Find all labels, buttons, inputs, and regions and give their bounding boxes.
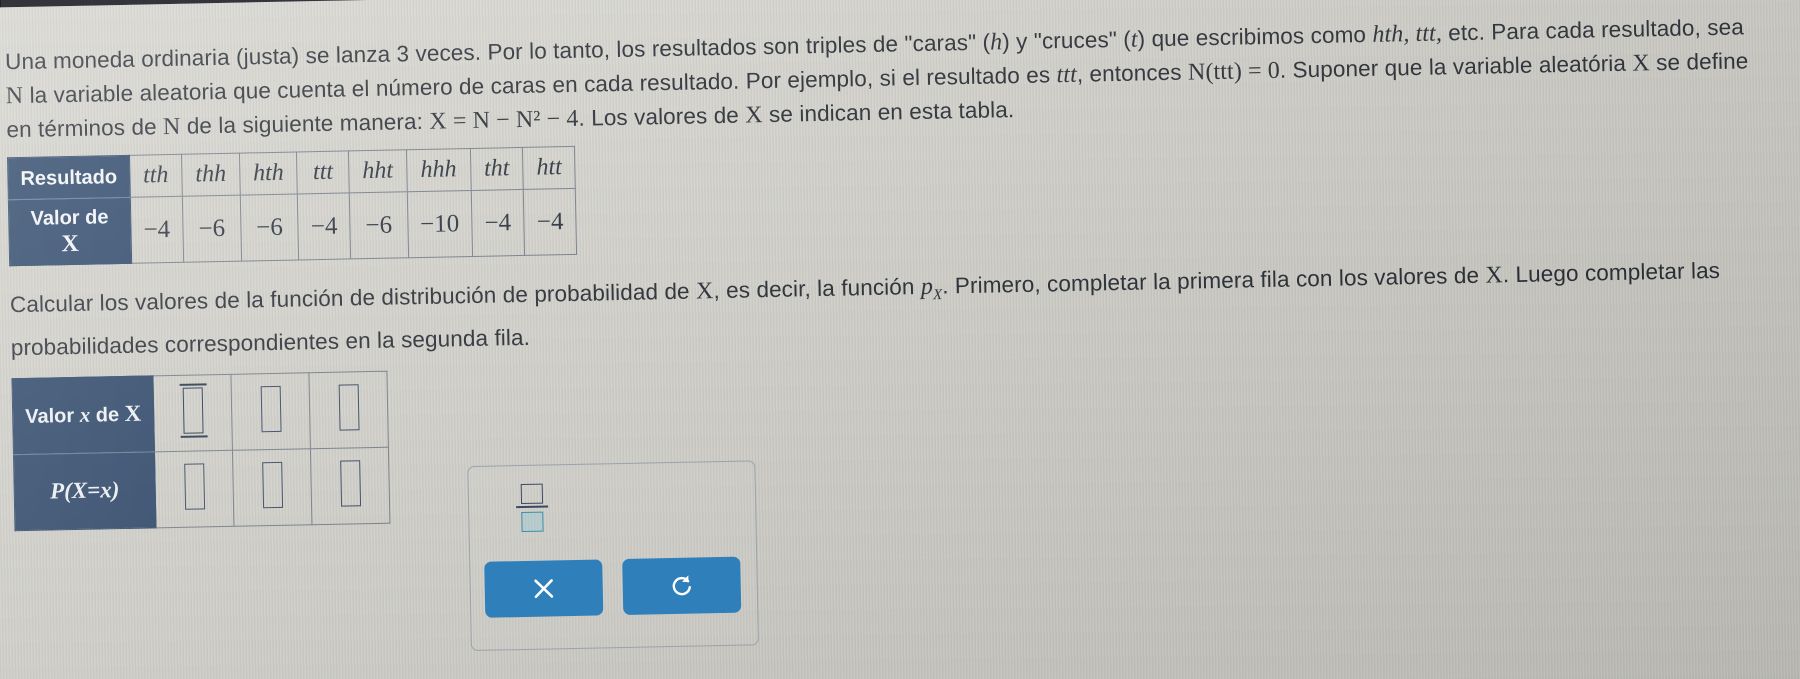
symbol-X-1: X <box>1632 50 1651 77</box>
problem-text-j: . Los valores de <box>578 102 746 131</box>
probability-input-0[interactable] <box>183 462 205 510</box>
value-input-0[interactable] <box>182 386 204 434</box>
value-input-cell-1[interactable] <box>230 372 311 450</box>
value-input-cell-2[interactable] <box>308 370 389 449</box>
answer-input-table: Valor x de X P(X=x) <box>11 370 390 531</box>
problem-text-b: ) y "cruces" ( <box>1001 26 1132 55</box>
undo-arrow-icon <box>672 575 691 596</box>
symbol-ttt: ttt <box>1056 61 1078 89</box>
probability-notation: P(X=x) <box>49 476 120 503</box>
value-cell-4: −6 <box>349 191 409 259</box>
table-row-values: Valor de X −4 −6 −6 −4 −6 −10 −4 −4 <box>8 188 578 266</box>
answer-row-header-probability: P(X=x) <box>13 451 157 531</box>
outcome-cell-4: hht <box>348 149 407 193</box>
instruction-text-b: , es decir, la función <box>713 273 922 304</box>
answer-header-x: x <box>79 402 91 427</box>
close-icon <box>534 579 554 599</box>
problem-paragraph: Una moneda ordinaria (justa) se lanza 3 … <box>5 10 1767 147</box>
value-input-2[interactable] <box>338 383 360 431</box>
symbol-h: h <box>989 29 1003 56</box>
equation-n-ttt: N(ttt) = 0 <box>1187 57 1281 86</box>
value-cell-5: −10 <box>406 190 473 258</box>
value-input-1[interactable] <box>260 385 282 432</box>
value-cell-2: −6 <box>240 193 299 262</box>
fraction-template-button[interactable] <box>515 483 550 536</box>
value-cell-6: −4 <box>471 189 525 257</box>
problem-text-c: ) que escribimos como <box>1137 21 1373 52</box>
outcome-cell-5: hhh <box>406 148 472 192</box>
problem-content: Una moneda ordinaria (justa) se lanza 3 … <box>0 0 1800 531</box>
symbol-N-2: N <box>162 113 181 141</box>
instruction-text-c: . Primero, completar la primera fila con… <box>941 262 1486 299</box>
row-header-valor-de-x: Valor de X <box>8 197 132 266</box>
outcome-cell-2: hth <box>239 151 298 196</box>
answer-row-header-valor-x: Valor x de X <box>11 375 155 455</box>
example-outcomes: hth, ttt, <box>1372 20 1443 48</box>
fraction-bar-icon <box>516 505 549 509</box>
problem-statement: Una moneda ordinaria (justa) se lanza 3 … <box>5 10 1767 147</box>
problem-text-d: etc. Para cada resultado, sea <box>1441 14 1745 46</box>
probability-input-cell-2[interactable] <box>310 446 390 525</box>
probability-input-cell-1[interactable] <box>232 448 312 526</box>
problem-text-i: de la siguiente manera: <box>180 108 430 139</box>
symbol-X-2: X <box>744 102 763 129</box>
problem-text-f: , entonces <box>1076 59 1189 87</box>
probability-input-2[interactable] <box>339 459 361 507</box>
instruction-text: Calcular los valores de la función de di… <box>10 253 1771 364</box>
monitor-screen: Una moneda ordinaria (justa) se lanza 3 … <box>0 0 1800 679</box>
photographed-screen-scene: Una moneda ordinaria (justa) se lanza 3 … <box>0 0 1800 679</box>
symbol-X-4: X <box>1485 262 1504 289</box>
problem-text-k: se indican en esta tabla. <box>762 97 1015 128</box>
clear-button[interactable] <box>484 559 604 618</box>
outcome-cell-3: ttt <box>296 150 350 194</box>
outcome-cell-1: thh <box>181 153 241 197</box>
value-cell-1: −6 <box>182 195 242 263</box>
instruction-paragraph: Calcular los valores de la función de di… <box>10 253 1771 364</box>
value-cell-7: −4 <box>523 188 578 256</box>
row-header-line2: X <box>61 230 80 258</box>
answer-header-mid: de <box>89 403 125 427</box>
value-input-cell-0[interactable] <box>152 373 233 452</box>
outcome-cell-0: tth <box>129 154 183 198</box>
probability-input-1[interactable] <box>261 461 283 508</box>
instruction-text-a: Calcular los valores de la función de di… <box>9 278 697 318</box>
fraction-denominator-icon <box>521 511 544 533</box>
value-cell-3: −4 <box>297 192 351 260</box>
problem-text-g: . Suponer que la variable aleatória <box>1279 50 1633 83</box>
math-keypad-panel <box>467 460 759 652</box>
outcome-value-table: Resultado tth thh hth ttt hht hhh tht ht… <box>7 146 578 266</box>
answer-row-probabilities: P(X=x) <box>13 446 390 531</box>
probability-input-cell-0[interactable] <box>154 449 235 528</box>
undo-button[interactable] <box>622 556 742 616</box>
row-header-line1: Valor de <box>30 206 109 230</box>
fraction-numerator-icon <box>520 483 544 505</box>
formula-x-definition: X = N − N² − 4 <box>429 105 579 135</box>
outcome-cell-7: htt <box>522 146 576 190</box>
symbol-X-3: X <box>695 278 714 305</box>
symbol-p: p <box>920 273 934 300</box>
row-header-resultado: Resultado <box>7 155 131 200</box>
answer-header-prefix: Valor <box>24 404 80 428</box>
answer-row-values: Valor x de X <box>11 370 389 455</box>
answer-header-X: X <box>124 400 142 426</box>
value-cell-0: −4 <box>130 196 184 264</box>
outcome-cell-6: tht <box>470 147 524 191</box>
symbol-N-1: N <box>5 82 24 110</box>
